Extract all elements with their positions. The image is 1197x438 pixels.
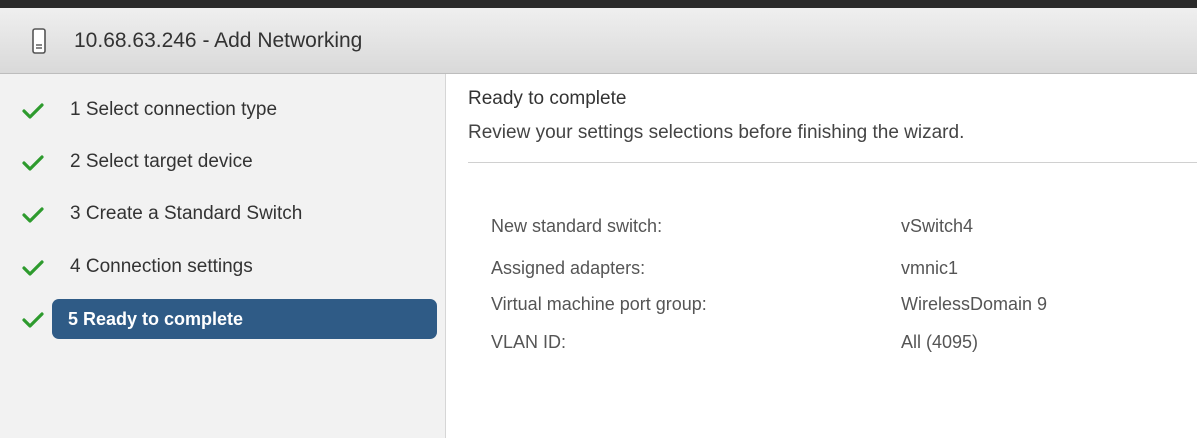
header-divider (468, 162, 1197, 163)
wizard-title: 10.68.63.246 - Add Networking (74, 28, 363, 52)
wizard-title-bar: 10.68.63.246 - Add Networking (0, 8, 1197, 74)
summary-key: Virtual machine port group: (491, 294, 707, 314)
page-title: Ready to complete (468, 88, 627, 109)
check-icon (22, 207, 44, 223)
wizard-step-label: 2 Select target device (70, 151, 253, 172)
wizard-step-label: 1 Select connection type (70, 99, 278, 120)
summary-row: Virtual machine port group: WirelessDoma… (491, 294, 1191, 328)
wizard-step-label: 4 Connection settings (70, 256, 253, 277)
summary-row: Assigned adapters: vmnic1 (491, 258, 1191, 292)
summary-value: vSwitch4 (901, 216, 974, 236)
wizard-step-ready-to-complete[interactable]: 5 Ready to complete (0, 299, 446, 339)
wizard-content-pane: Ready to complete Review your settings s… (446, 74, 1197, 438)
summary-row: VLAN ID: All (4095) (491, 332, 1191, 366)
summary-value: vmnic1 (901, 258, 959, 278)
wizard-step-label: 5 Ready to complete (68, 309, 244, 329)
check-icon (22, 312, 44, 328)
host-server-icon (24, 26, 54, 56)
summary-value: WirelessDomain 9 (901, 294, 1048, 314)
summary-key: Assigned adapters: (491, 258, 646, 278)
wizard-step-label: 3 Create a Standard Switch (70, 203, 303, 224)
check-icon (22, 103, 44, 119)
wizard-step-select-target-device[interactable]: 2 Select target device (0, 142, 446, 182)
wizard-step-select-connection-type[interactable]: 1 Select connection type (0, 90, 446, 130)
summary-row: New standard switch: vSwitch4 (491, 216, 1191, 250)
summary-key: VLAN ID: (491, 332, 567, 352)
summary-value: All (4095) (901, 332, 979, 352)
window-top-edge (0, 0, 1197, 8)
summary-key: New standard switch: (491, 216, 663, 236)
check-icon (22, 260, 44, 276)
wizard-step-connection-settings[interactable]: 4 Connection settings (0, 247, 446, 287)
page-description: Review your settings selections before f… (468, 122, 965, 143)
check-icon (22, 155, 44, 171)
wizard-step-create-standard-switch[interactable]: 3 Create a Standard Switch (0, 194, 446, 234)
wizard-steps-nav: 1 Select connection type 2 Select target… (0, 74, 446, 438)
